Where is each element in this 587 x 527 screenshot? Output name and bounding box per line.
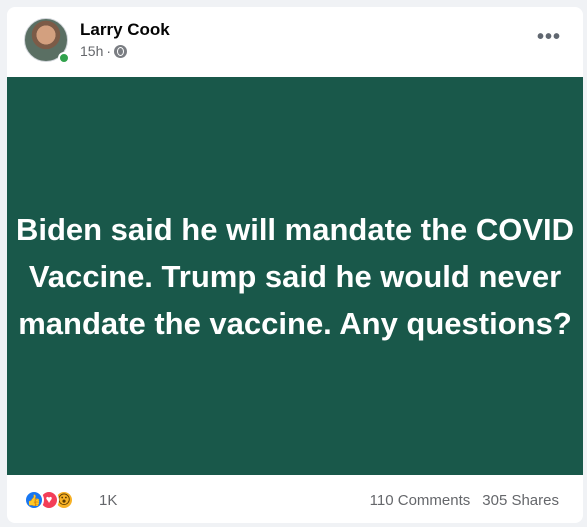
reaction-icons[interactable]: 👍 ♥ 😮 (24, 490, 74, 510)
more-options-button[interactable]: ••• (537, 27, 561, 47)
post-header: Larry Cook 15h · ••• (7, 7, 583, 77)
post-text-banner: Biden said he will mandate the COVID Vac… (7, 77, 583, 475)
post-stats: 110 Comments 305 Shares (370, 492, 559, 509)
author-name[interactable]: Larry Cook (80, 20, 170, 40)
comments-count[interactable]: 110 Comments (370, 492, 471, 509)
shares-count[interactable]: 305 Shares (482, 492, 559, 509)
like-icon: 👍 (24, 490, 44, 510)
post-time[interactable]: 15h (80, 43, 103, 59)
post-meta: 15h · (80, 43, 128, 59)
reaction-count[interactable]: 1K (99, 492, 117, 509)
post-text: Biden said he will mandate the COVID Vac… (15, 211, 575, 341)
post-card: Larry Cook 15h · ••• Biden said he will … (7, 7, 583, 523)
online-status-icon (58, 52, 70, 64)
globe-icon[interactable] (114, 44, 128, 58)
meta-separator: · (106, 43, 112, 59)
post-footer: 👍 ♥ 😮 1K 110 Comments 305 Shares (7, 475, 583, 523)
